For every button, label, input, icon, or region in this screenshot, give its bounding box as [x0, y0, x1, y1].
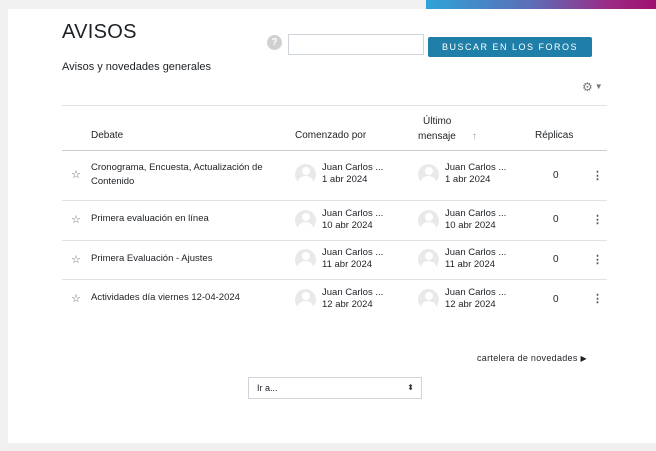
user-name[interactable]: Juan Carlos ...: [445, 162, 515, 173]
post-date: 10 abr 2024: [322, 220, 373, 231]
avatar: [418, 249, 439, 270]
user-name[interactable]: Juan Carlos ...: [322, 162, 392, 173]
column-header-started-by[interactable]: Comenzado por: [295, 130, 366, 141]
help-icon[interactable]: ?: [267, 35, 282, 50]
table-row: ☆ Cronograma, Encuesta, Actualización de…: [62, 151, 607, 201]
user-name[interactable]: Juan Carlos ...: [445, 208, 515, 219]
discussion-subject[interactable]: Actividades día viernes 12-04-2024: [91, 291, 281, 305]
page-title: AVISOS: [62, 21, 137, 43]
post-date[interactable]: 1 abr 2024: [445, 174, 490, 185]
reply-count[interactable]: 0: [553, 214, 559, 225]
select-arrows-icon: ⬍: [407, 383, 414, 392]
table-row: ☆ Primera Evaluación - Ajustes Juan Carl…: [62, 241, 607, 280]
table-row: ☆ Actividades día viernes 12-04-2024 Jua…: [62, 280, 607, 320]
last-post-label-line2: mensaje: [418, 131, 456, 142]
caret-down-icon: ▼: [594, 82, 603, 91]
post-date[interactable]: 11 abr 2024: [445, 259, 495, 270]
star-icon[interactable]: ☆: [71, 213, 81, 226]
column-header-replies[interactable]: Réplicas: [535, 130, 573, 141]
table-row: ☆ Primera evaluación en línea Juan Carlo…: [62, 201, 607, 241]
discussion-subject[interactable]: Primera evaluación en línea: [91, 212, 281, 226]
play-arrow-icon: ▶: [580, 354, 587, 363]
post-date: 12 abr 2024: [322, 299, 373, 310]
user-name[interactable]: Juan Carlos ...: [445, 287, 515, 298]
settings-menu[interactable]: ⚙ ▼: [582, 80, 603, 94]
avatar: [295, 289, 316, 310]
user-name[interactable]: Juan Carlos ...: [322, 287, 392, 298]
post-date[interactable]: 10 abr 2024: [445, 220, 496, 231]
more-actions-icon[interactable]: ⋮: [592, 169, 603, 182]
news-archive-link[interactable]: cartelera de novedades ▶: [477, 353, 587, 363]
discussion-subject[interactable]: Primera Evaluación - Ajustes: [91, 252, 281, 266]
reply-count[interactable]: 0: [553, 170, 559, 181]
post-date[interactable]: 12 abr 2024: [445, 299, 496, 310]
avatar: [418, 210, 439, 231]
avatar: [418, 164, 439, 185]
more-actions-icon[interactable]: ⋮: [592, 213, 603, 226]
user-name[interactable]: Juan Carlos ...: [445, 247, 515, 258]
reply-count[interactable]: 0: [553, 294, 559, 305]
search-input[interactable]: [288, 34, 424, 55]
star-icon[interactable]: ☆: [71, 168, 81, 181]
forum-description: Avisos y novedades generales: [62, 61, 212, 73]
more-actions-icon[interactable]: ⋮: [592, 292, 603, 305]
column-header-debate[interactable]: Debate: [91, 130, 123, 141]
post-date: 1 abr 2024: [322, 174, 368, 185]
jump-to-select[interactable]: Ir a... ⬍: [248, 377, 422, 399]
table-top-divider: [62, 105, 607, 106]
discussion-subject[interactable]: Cronograma, Encuesta, Actualización de C…: [91, 161, 281, 189]
gear-icon: ⚙: [582, 80, 593, 94]
more-actions-icon[interactable]: ⋮: [592, 253, 603, 266]
column-header-last-post[interactable]: Último mensaje ↑: [418, 114, 477, 144]
user-name[interactable]: Juan Carlos ...: [322, 208, 392, 219]
archive-link-label: cartelera de novedades: [477, 353, 578, 363]
sort-arrow-up-icon[interactable]: ↑: [472, 131, 477, 142]
jump-select-value: Ir a...: [257, 383, 278, 393]
top-accent-bar: [426, 0, 656, 9]
user-name[interactable]: Juan Carlos ...: [322, 247, 392, 258]
avatar: [295, 249, 316, 270]
main-content: AVISOS Avisos y novedades generales ? BU…: [8, 9, 656, 443]
avatar: [295, 210, 316, 231]
search-forums-button[interactable]: BUSCAR EN LOS FOROS: [428, 37, 592, 57]
last-post-label-line1: Último: [423, 116, 452, 127]
reply-count[interactable]: 0: [553, 254, 559, 265]
post-date: 11 abr 2024: [322, 259, 373, 270]
star-icon[interactable]: ☆: [71, 253, 81, 266]
avatar: [418, 289, 439, 310]
avatar: [295, 164, 316, 185]
star-icon[interactable]: ☆: [71, 292, 81, 305]
